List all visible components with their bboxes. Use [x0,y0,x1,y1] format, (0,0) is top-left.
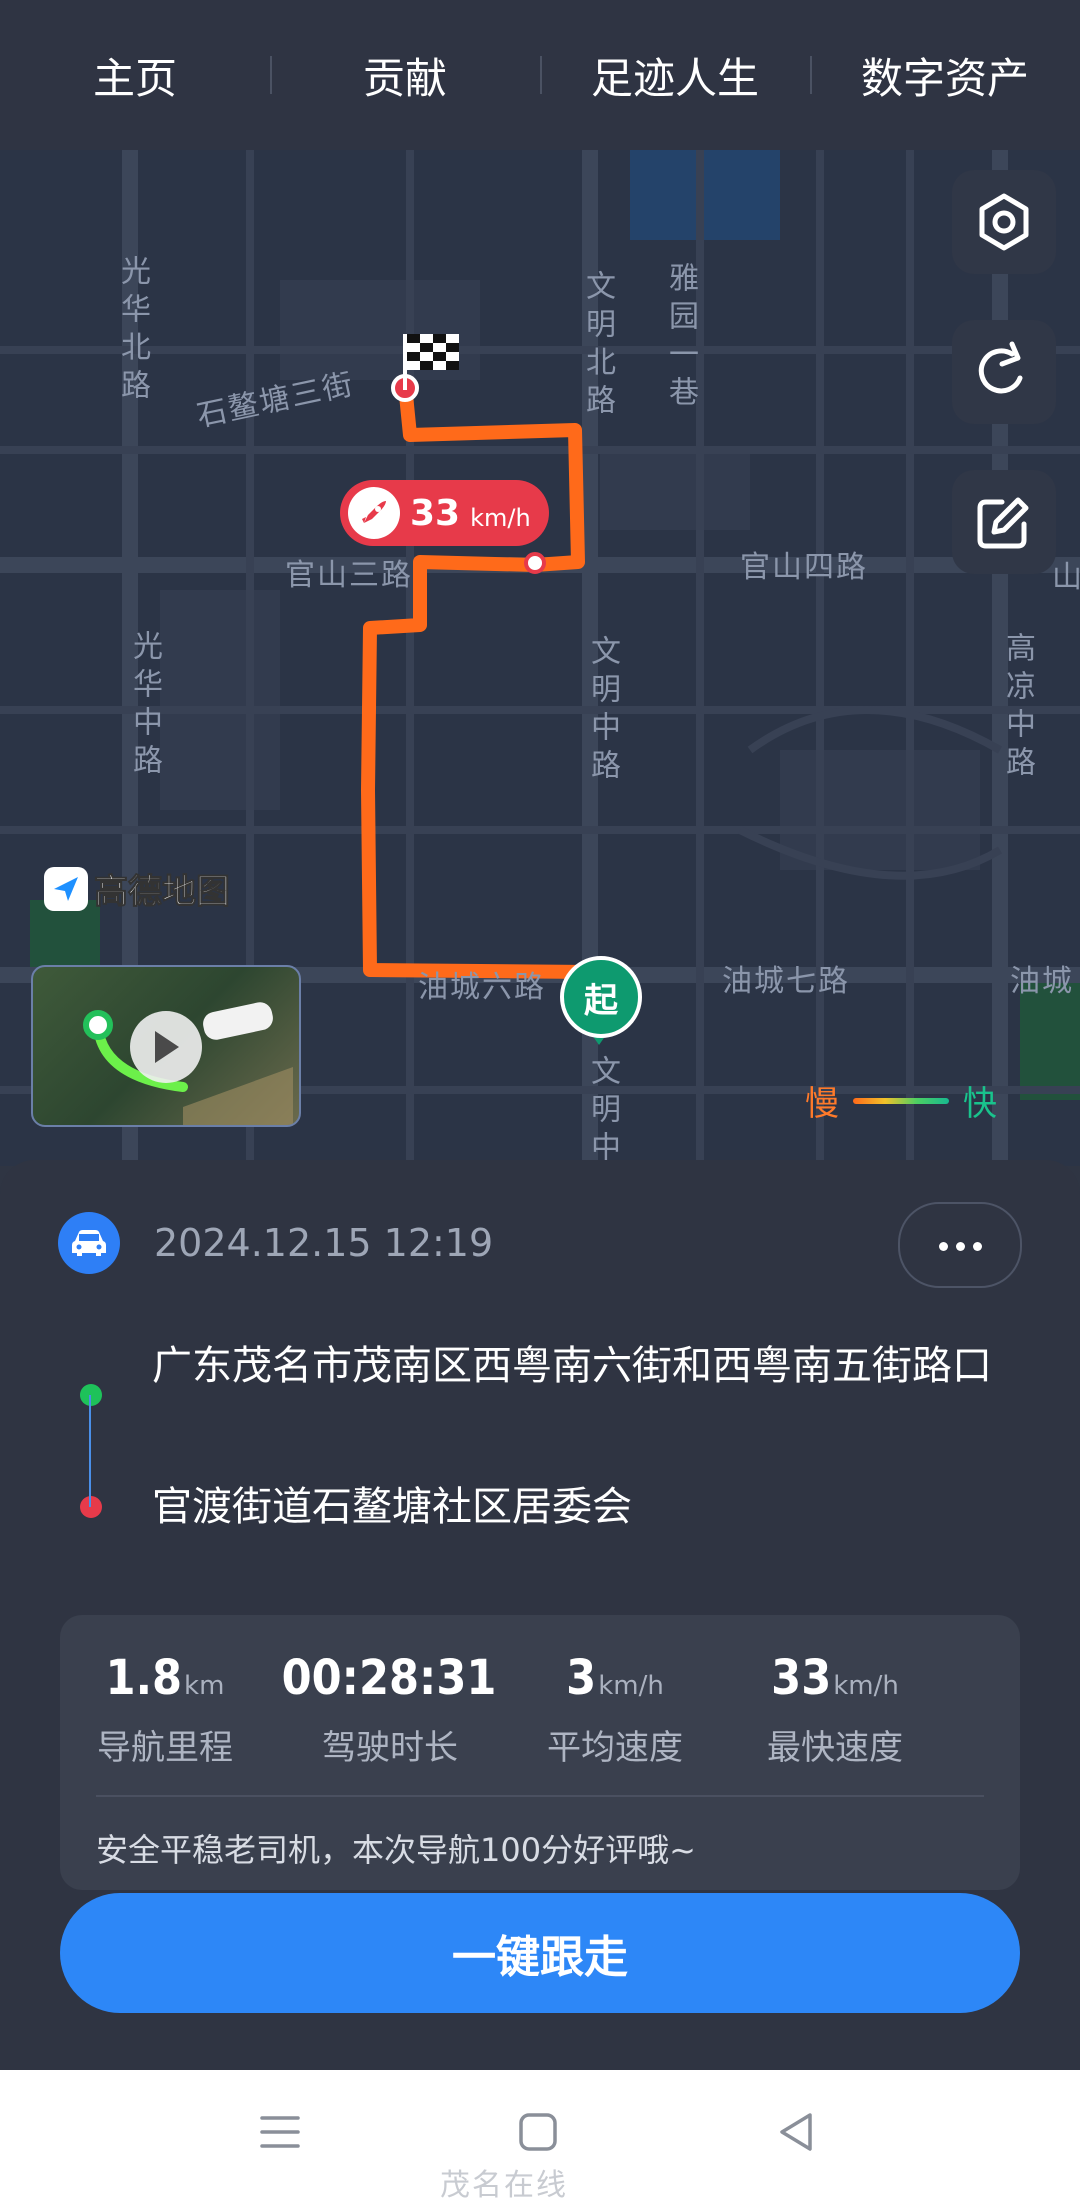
legend-fast: 快 [963,1084,997,1124]
stat-label: 驾驶时长 [322,1728,458,1768]
replay-video-thumbnail[interactable] [31,965,301,1127]
stat-value: 1.8 [105,1650,183,1706]
road-label: 文明中路 [585,1055,620,1163]
road-label: 雅园一巷 [663,262,698,414]
road-label: 光华中路 [127,630,162,782]
trip-stats-panel: 1.8km 导航里程 00:28:31 驾驶时长 3km/h 平均速度 33km… [60,1615,1020,1890]
trip-header: 2024.12.15 12:19 [58,1212,493,1274]
stat-unit: km [184,1671,225,1701]
route-connector-line [89,1395,91,1507]
stat-duration: 00:28:31 驾驶时长 [280,1650,500,1769]
tab-home[interactable]: 主页 [0,45,270,106]
settings-icon [979,193,1029,251]
road-label: 光华北路 [115,255,150,407]
start-address: 广东茂名市茂南区西粤南六街和西粤南五街路口 [152,1343,992,1389]
driving-comment: 安全平稳老司机，本次导航100分好评哦~ [96,1831,696,1869]
share-button[interactable] [952,320,1056,424]
route-line [361,378,612,1012]
amap-logo: 高德地图 [44,864,231,913]
play-button[interactable] [130,1011,202,1083]
edit-icon [977,497,1029,549]
legend-slow: 慢 [805,1084,839,1124]
home-icon[interactable] [516,2110,560,2154]
speed-legend: 慢 快 [805,1076,997,1125]
stat-unit: km/h [598,1671,664,1701]
play-icon [155,1031,179,1063]
amap-text: 高德地图 [94,872,231,913]
tab-footprint[interactable]: 足迹人生 [540,45,810,106]
one-click-follow-button[interactable]: 一键跟走 [60,1893,1020,2013]
amap-icon [44,866,88,911]
trip-datetime: 2024.12.15 12:19 [154,1221,494,1265]
stats-divider [96,1795,984,1797]
tab-digital-assets[interactable]: 数字资产 [810,45,1080,106]
road-label: 文明中路 [585,635,620,787]
stat-value: 00:28:31 [281,1650,497,1706]
stat-label: 导航里程 [97,1728,233,1768]
car-icon [58,1212,120,1274]
legend-gradient [853,1097,949,1104]
road-label: 油城六路 [418,970,546,1005]
top-tab-bar: 主页 贡献 足迹人生 数字资产 [0,0,1080,150]
stat-value: 3 [566,1650,597,1706]
road-label: 油城 [1010,964,1074,999]
stat-value: 33 [771,1650,832,1706]
road-label: 高凉中路 [1000,632,1035,784]
tab-contribution[interactable]: 贡献 [270,45,540,106]
speed-unit: km/h [470,504,531,532]
stat-avg-speed: 3km/h 平均速度 [505,1650,725,1769]
road-label: 官山三路 [285,558,413,593]
max-speed-tag: 33 km/h [340,480,549,546]
road-label: 油城七路 [722,964,850,999]
road-label: 官山四路 [740,550,868,585]
road-label: 文明北路 [580,270,615,422]
share-icon [978,341,1023,394]
stat-label: 最快速度 [767,1728,903,1768]
menu-icon[interactable] [258,2110,302,2154]
stat-label: 平均速度 [547,1728,683,1768]
speed-value: 33 [410,492,461,534]
rocket-icon [348,487,400,539]
trip-info-card: 2024.12.15 12:19 广东茂名市茂南区西粤南六街和西粤南五街路口 官… [0,1160,1080,2070]
end-address: 官渡街道石鳌塘社区居委会 [152,1484,632,1530]
route-map[interactable]: 光华北路 石鳌塘三街 文明北路 雅园一巷 官山三路 官山四路 光华中路 文明中路… [0,150,1080,1166]
edit-button[interactable] [952,470,1056,574]
back-icon[interactable] [774,2110,818,2154]
start-marker: 起 [560,956,642,1038]
road-label: 山 [1052,560,1080,595]
stat-max-speed: 33km/h 最快速度 [725,1650,945,1769]
settings-button[interactable] [952,170,1056,274]
more-options-button[interactable] [898,1202,1022,1288]
more-dots-icon [935,1236,986,1255]
stat-unit: km/h [833,1671,899,1701]
stat-distance: 1.8km 导航里程 [55,1650,275,1769]
watermark: 茂名在线 [440,2168,568,2203]
